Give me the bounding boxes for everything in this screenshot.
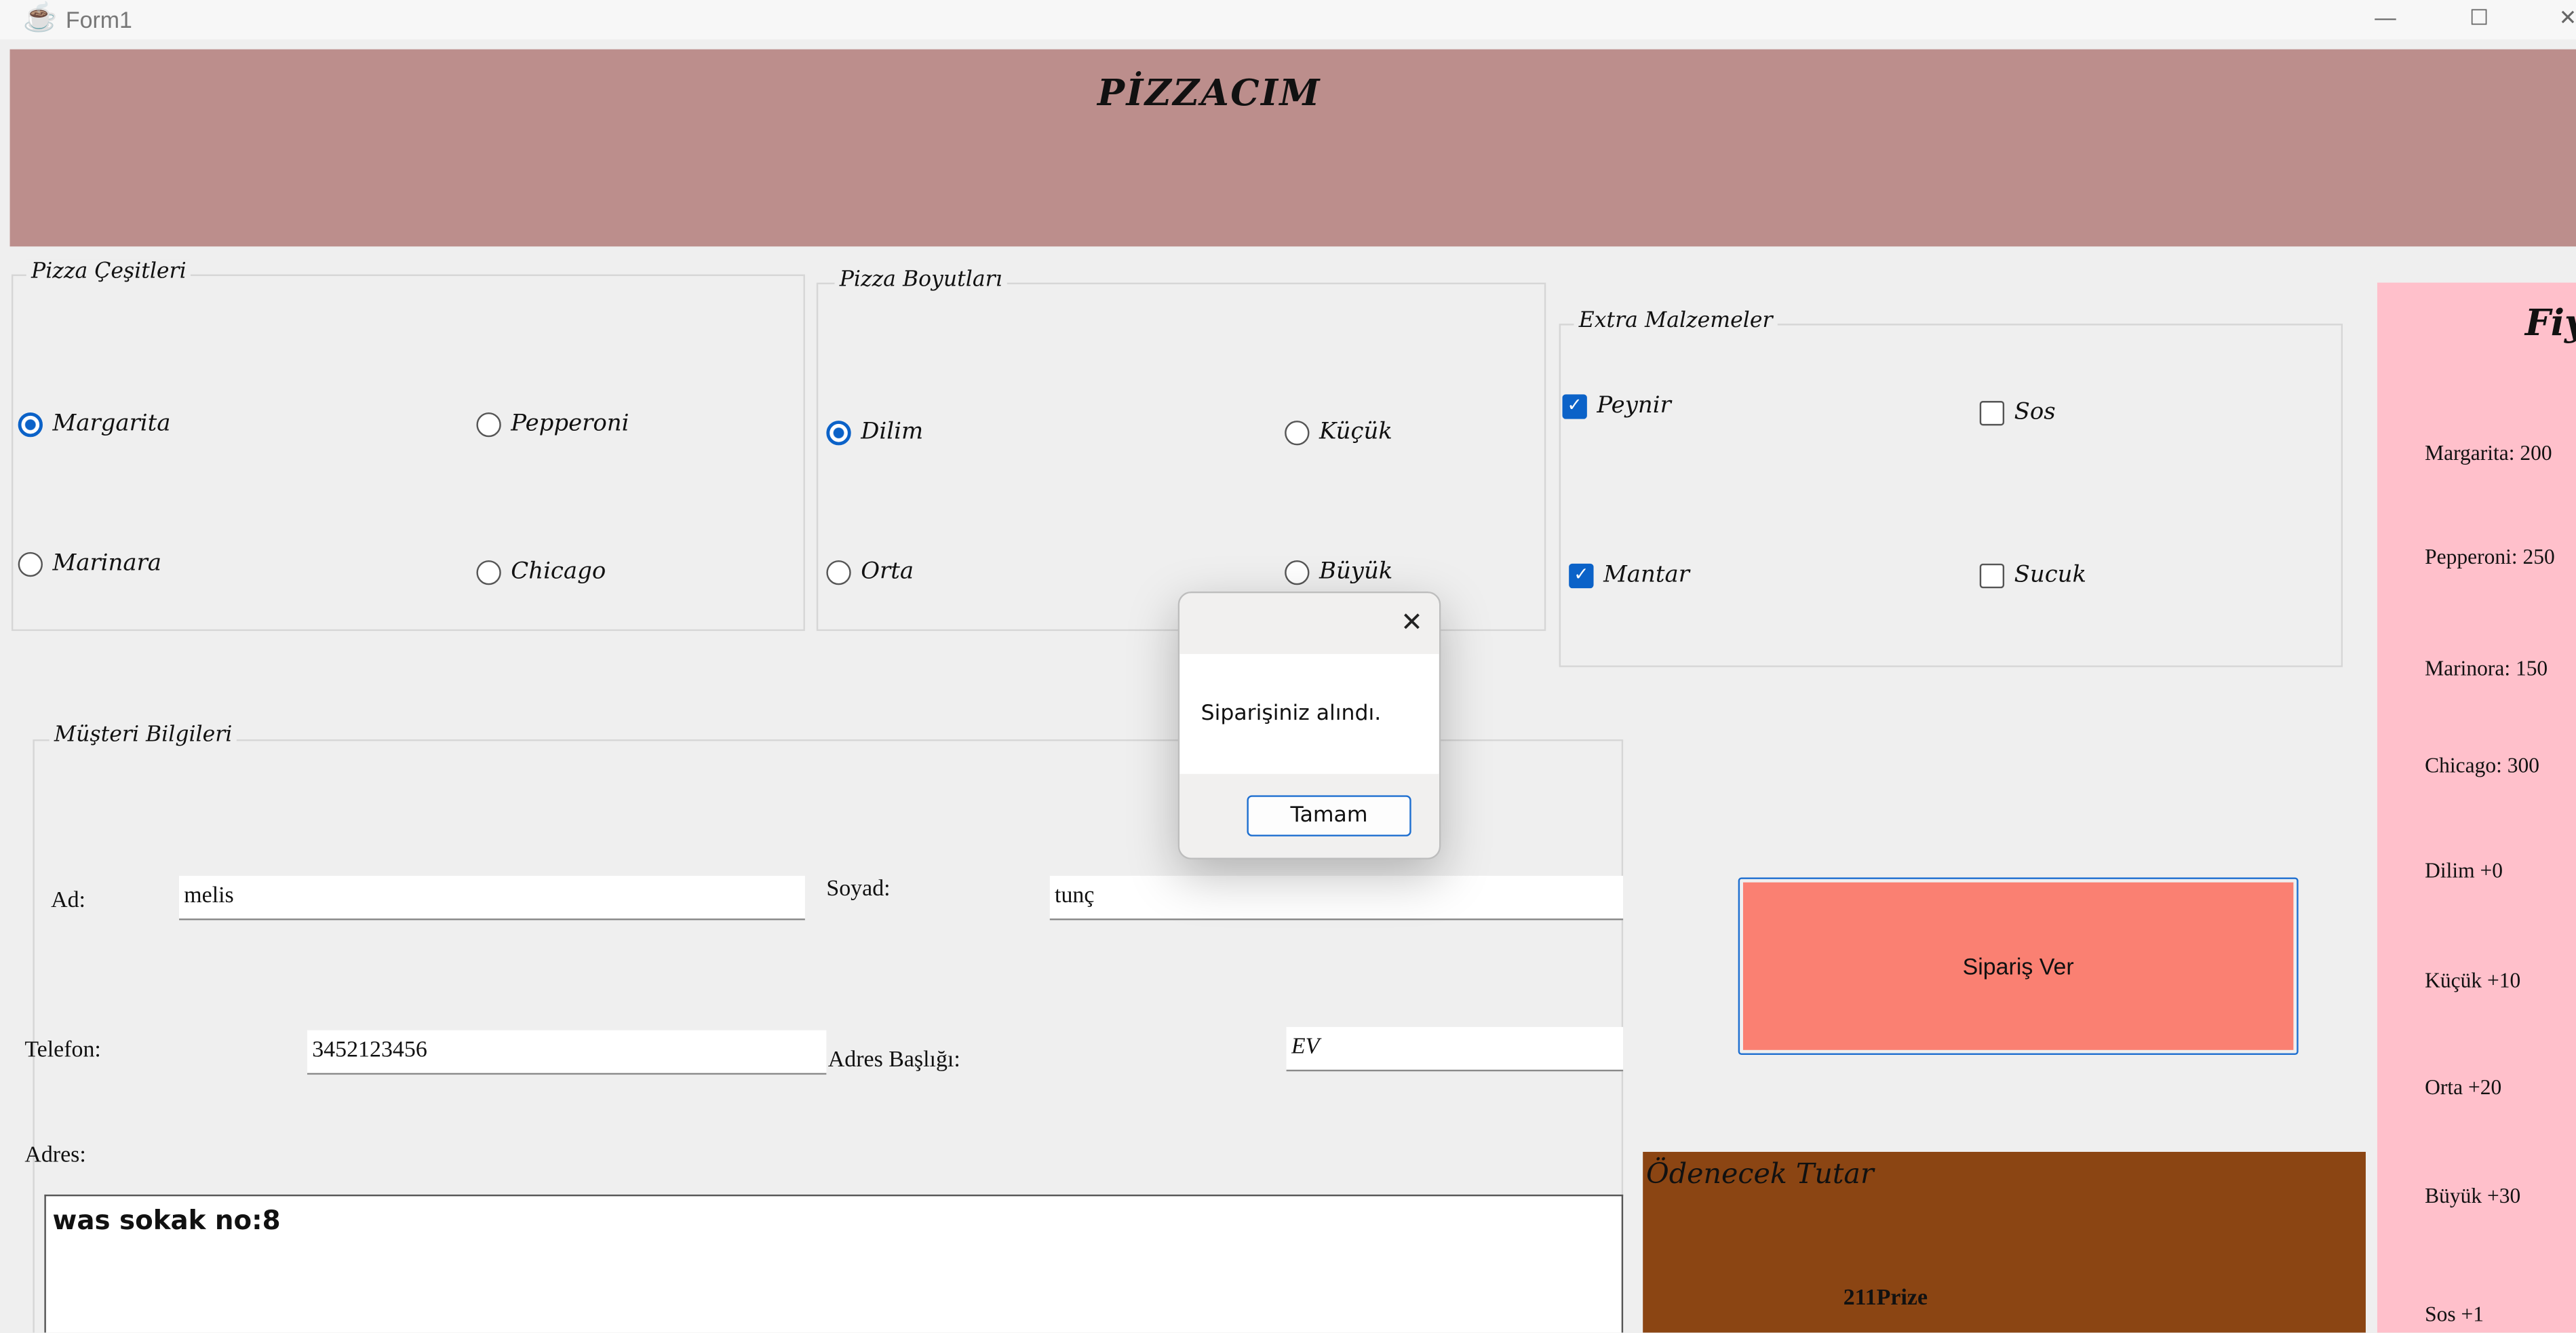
order-button-label: Sipariş Ver [1742,882,2294,1050]
payment-label: Ödenecek Tutar [1646,1158,1874,1192]
header-banner: PİZZACIM [9,49,2576,247]
pizza-sizes-label: Pizza Boyutları [834,267,1008,293]
extras-label: Extra Malzemeler [1574,309,1778,334]
payment-panel: Ödenecek Tutar 211Prize [1643,1151,2366,1333]
radio-orta[interactable]: Orta [826,559,914,585]
window-title: Form1 [65,6,132,33]
price-item: Küçük +10 [2425,967,2521,993]
check-icon: ✓ [1562,393,1587,419]
checkbox-mantar[interactable]: ✓ Mantar [1569,562,1690,588]
checkbox-sucuk[interactable]: Sucuk [1979,562,2087,589]
phone-label: Telefon: [24,1038,101,1064]
order-button[interactable]: Sipariş Ver [1738,877,2299,1056]
radio-label: Dilim [861,419,924,446]
check-icon: ✓ [1569,562,1594,587]
radio-label: Margarita [52,410,171,438]
radio-indicator [476,559,501,585]
dialog-close-icon[interactable]: ✕ [1401,606,1422,639]
pizza-sizes-group [816,282,1546,632]
radio-margarita[interactable]: Margarita [18,410,171,438]
minimize-button[interactable]: — [2361,1,2411,34]
price-item: Marinora: 150 [2425,655,2548,680]
price-item: Chicago: 300 [2425,752,2539,777]
radio-chicago[interactable]: Chicago [476,559,606,585]
address-textarea[interactable]: was sokak no:8 [44,1194,1624,1333]
radio-indicator [18,411,43,437]
dialog-ok-button[interactable]: Tamam [1247,795,1411,836]
radio-indicator [476,411,501,437]
pizza-types-label: Pizza Çeşitleri [26,259,191,285]
radio-buyuk[interactable]: Büyük [1285,559,1392,585]
address-title-input[interactable] [1286,1026,1624,1072]
app-icon: ☕ [22,1,58,33]
address-label: Adres: [24,1143,86,1169]
price-item: Margarita: 200 [2425,440,2552,465]
radio-label: Pepperoni [511,410,629,438]
customer-label: Müşteri Bilgileri [49,722,237,748]
radio-kucuk[interactable]: Küçük [1285,419,1392,446]
title-bar: ☕ Form1 — ☐ ✕ [0,0,2576,40]
phone-input[interactable] [307,1030,827,1075]
dialog-message: Siparişiniz alındı. [1201,701,1382,727]
radio-label: Chicago [511,558,606,585]
checkbox-peynir[interactable]: ✓ Peynir [1562,392,1671,419]
radio-indicator [18,551,43,576]
radio-marinara[interactable]: Marinara [18,550,161,577]
last-name-input[interactable] [1049,876,1624,921]
checkbox-label: Peynir [1597,392,1671,419]
radio-indicator [1285,559,1310,585]
payment-amount: 211Prize [1843,1286,1928,1311]
first-name-label: Ad: [51,889,85,914]
radio-label: Marinara [52,550,162,577]
last-name-label: Soyad: [826,877,891,902]
radio-indicator [826,419,851,445]
price-item: Dilim +0 [2425,857,2503,883]
radio-indicator [1285,419,1310,445]
price-item: Orta +20 [2425,1075,2502,1100]
price-item: Sos +1 [2425,1301,2484,1326]
radio-label: Orta [861,558,914,585]
close-button[interactable]: ✕ [2543,1,2576,34]
pizza-types-group [11,274,805,632]
price-list-title: Fiyatlar [2524,302,2576,345]
checkbox-indicator [1979,562,2005,587]
radio-label: Büyük [1319,558,1393,585]
price-item: Büyük +30 [2425,1182,2521,1208]
radio-indicator [826,559,851,585]
first-name-input[interactable] [179,876,805,921]
checkbox-label: Mantar [1603,562,1690,589]
checkbox-label: Sucuk [2014,562,2087,589]
radio-label: Küçük [1319,419,1392,446]
message-dialog: ✕ Siparişiniz alındı. Tamam [1177,591,1441,859]
checkbox-label: Sos [2014,399,2056,426]
price-item: Pepperoni: 250 [2425,543,2555,569]
address-title-label: Adres Başlığı: [827,1048,960,1073]
app-title: PİZZACIM [1097,72,1321,115]
checkbox-indicator [1979,400,2005,425]
price-list-panel: Fiyatlar Margarita: 200 Pepperoni: 250 M… [2377,282,2576,1333]
checkbox-sos[interactable]: Sos [1979,399,2056,426]
extras-group [1559,324,2343,668]
radio-pepperoni[interactable]: Pepperoni [476,410,629,438]
radio-dilim[interactable]: Dilim [826,419,924,446]
maximize-button[interactable]: ☐ [2455,1,2504,34]
